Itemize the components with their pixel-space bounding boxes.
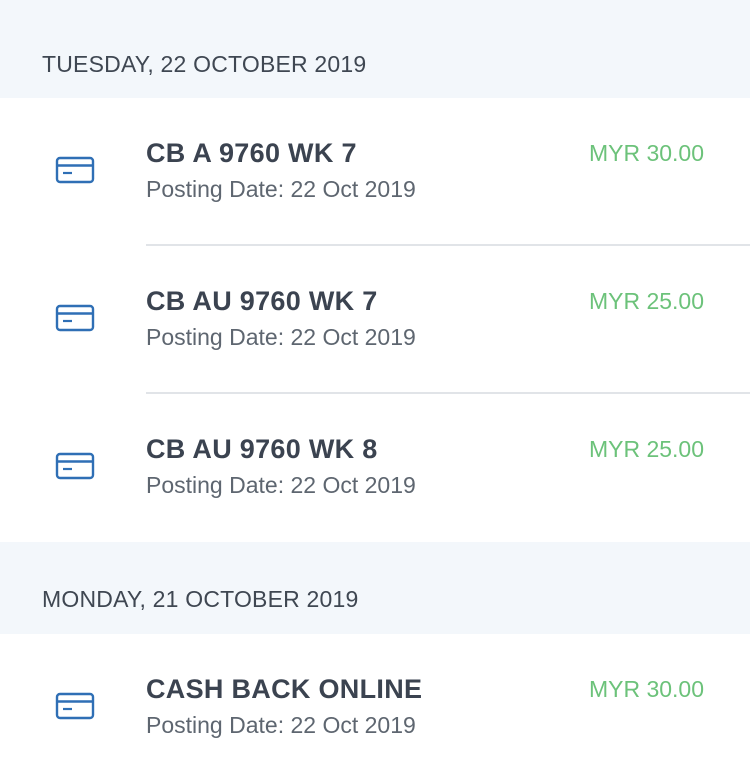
transaction-row[interactable]: CASH BACK ONLINE Posting Date: 22 Oct 20… <box>0 634 750 782</box>
transaction-row[interactable]: CB AU 9760 WK 7 Posting Date: 22 Oct 201… <box>0 246 750 394</box>
date-header-label: MONDAY, 21 OCTOBER 2019 <box>42 586 359 612</box>
transaction-amount: MYR 25.00 <box>588 288 704 314</box>
transaction-title: CB AU 9760 WK 8 <box>146 434 378 464</box>
posting-date: Posting Date: 22 Oct 2019 <box>146 324 416 350</box>
credit-card-icon <box>55 156 95 184</box>
date-section-header: MONDAY, 21 OCTOBER 2019 <box>0 542 750 634</box>
posting-date: Posting Date: 22 Oct 2019 <box>146 712 416 738</box>
posting-date: Posting Date: 22 Oct 2019 <box>146 176 416 202</box>
credit-card-icon <box>55 304 95 332</box>
transaction-title: CASH BACK ONLINE <box>146 674 423 704</box>
date-header-label: TUESDAY, 22 OCTOBER 2019 <box>42 51 367 77</box>
transaction-row[interactable]: CB A 9760 WK 7 Posting Date: 22 Oct 2019… <box>0 98 750 246</box>
transaction-amount: MYR 30.00 <box>588 140 704 166</box>
credit-card-icon <box>55 452 95 480</box>
transaction-amount: MYR 25.00 <box>588 436 704 462</box>
transaction-list: TUESDAY, 22 OCTOBER 2019 CB A 9760 WK 7 … <box>0 0 750 782</box>
date-section-header: TUESDAY, 22 OCTOBER 2019 <box>0 0 750 98</box>
transaction-title: CB A 9760 WK 7 <box>146 138 357 168</box>
posting-date: Posting Date: 22 Oct 2019 <box>146 472 416 498</box>
credit-card-icon <box>55 692 95 720</box>
transaction-title: CB AU 9760 WK 7 <box>146 286 378 316</box>
transaction-row[interactable]: CB AU 9760 WK 8 Posting Date: 22 Oct 201… <box>0 394 750 542</box>
transaction-amount: MYR 30.00 <box>588 676 704 702</box>
